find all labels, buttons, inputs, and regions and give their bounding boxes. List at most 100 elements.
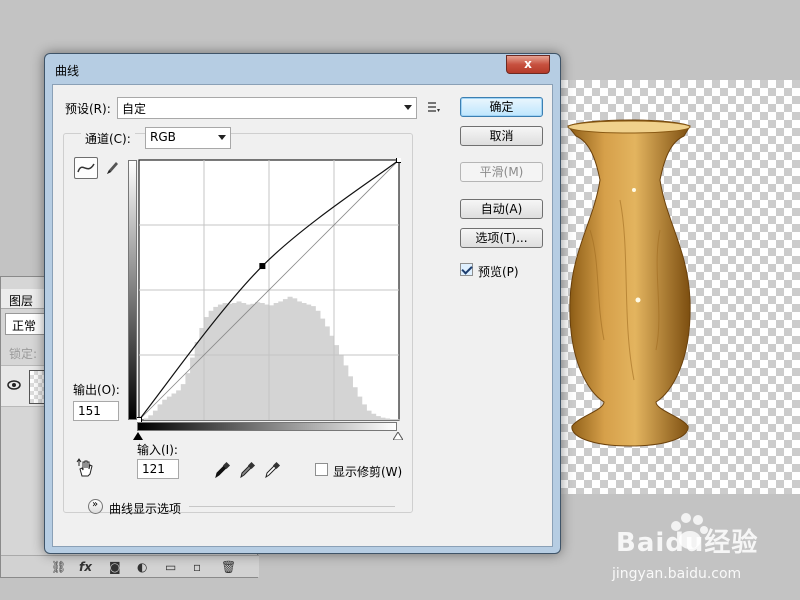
- histogram-bar: [343, 365, 349, 420]
- on-image-adjust-icon[interactable]: [75, 458, 95, 478]
- histogram-bar: [152, 410, 158, 420]
- layers-tab-label: 图层: [9, 294, 34, 308]
- histogram-bar: [236, 301, 242, 420]
- histogram-bar: [292, 298, 298, 420]
- dialog-titlebar[interactable]: 曲线 x: [45, 54, 560, 84]
- auto-button[interactable]: 自动(A): [460, 199, 543, 219]
- watermark-brand: Baidu经验: [616, 528, 759, 558]
- group-icon[interactable]: ▭: [165, 560, 176, 574]
- display-options-label: 曲线显示选项: [109, 502, 182, 516]
- options-button[interactable]: 选项(T)...: [460, 228, 543, 248]
- curve-endpoint[interactable]: [396, 158, 402, 163]
- histogram-bar: [282, 299, 288, 420]
- histogram-bar: [315, 310, 321, 420]
- histogram-bar: [148, 415, 154, 420]
- histogram-bar: [157, 404, 163, 420]
- histogram-bar: [366, 410, 372, 420]
- histogram-bar: [375, 416, 381, 420]
- channel-select[interactable]: RGB: [145, 127, 231, 149]
- preset-options-icon[interactable]: [427, 100, 441, 114]
- histogram-bar: [361, 404, 367, 420]
- curve-control-point[interactable]: [259, 263, 266, 270]
- histogram-bar: [278, 301, 284, 420]
- layers-bottom-toolbar: ⛓ fx ◙ ◐ ▭ ▫ 🗑: [1, 555, 259, 577]
- histogram-bar: [306, 304, 312, 420]
- link-icon[interactable]: ⛓: [51, 560, 66, 574]
- show-clipping-label: 显示修剪(W): [333, 465, 403, 479]
- mask-icon[interactable]: ◙: [109, 560, 121, 574]
- show-clipping-checkbox[interactable]: [315, 463, 328, 476]
- histogram-bar: [255, 302, 261, 420]
- black-eyedropper-icon[interactable]: [213, 461, 231, 479]
- dialog-title: 曲线: [55, 64, 80, 78]
- preset-label: 预设(R):: [65, 102, 111, 116]
- histogram-bar: [371, 413, 377, 420]
- output-label: 输出(O):: [73, 383, 120, 397]
- histogram-bar: [287, 296, 293, 420]
- close-button[interactable]: x: [506, 55, 550, 74]
- histogram-bar: [222, 303, 228, 420]
- new-layer-icon[interactable]: ▫: [193, 560, 201, 574]
- document-canvas[interactable]: [560, 80, 800, 494]
- histogram-bar: [171, 393, 177, 420]
- histogram-bar: [296, 301, 302, 420]
- curves-graph[interactable]: [137, 158, 401, 422]
- preset-select[interactable]: 自定: [117, 97, 417, 119]
- output-gradient-bar: [128, 160, 137, 420]
- histogram-bar: [385, 418, 391, 420]
- histogram-bar: [320, 318, 326, 420]
- histogram-bar: [380, 417, 386, 420]
- display-options-divider: [189, 506, 395, 507]
- vase-image: [567, 119, 691, 447]
- curve-point-tool[interactable]: [74, 157, 98, 179]
- histogram-bar: [217, 304, 223, 420]
- cancel-button[interactable]: 取消: [460, 126, 543, 146]
- channel-value: RGB: [150, 130, 176, 144]
- watermark: Baidu经验 jingyan.baidu.com: [612, 510, 792, 590]
- histogram-bar: [324, 326, 330, 420]
- chevron-down-icon: [218, 135, 226, 140]
- curves-dialog: 曲线 x 预设(R): 自定 通道(C): RGB 输出(O): 151 输入(…: [44, 53, 561, 554]
- channel-label: 通道(C):: [81, 130, 135, 147]
- adjustment-icon[interactable]: ◐: [137, 560, 147, 574]
- fx-icon[interactable]: fx: [79, 560, 92, 574]
- histogram-bar: [301, 303, 307, 420]
- histogram-bar: [180, 384, 186, 420]
- histogram-bar: [162, 399, 168, 420]
- watermark-url: jingyan.baidu.com: [612, 566, 742, 582]
- histogram-bar: [185, 373, 191, 420]
- histogram-bar: [143, 418, 149, 420]
- histogram-bar: [166, 396, 172, 420]
- expand-options-icon[interactable]: »: [88, 499, 103, 514]
- gray-eyedropper-icon[interactable]: [238, 461, 256, 479]
- histogram-bar: [389, 419, 395, 420]
- output-field[interactable]: 151: [73, 401, 119, 421]
- histogram-bar: [273, 303, 279, 420]
- trash-icon[interactable]: 🗑: [221, 560, 236, 574]
- histogram-bar: [231, 303, 237, 420]
- pencil-icon[interactable]: [103, 159, 121, 177]
- blend-mode-select[interactable]: 正常: [5, 313, 45, 335]
- histogram-bar: [227, 303, 233, 420]
- eye-icon[interactable]: [7, 378, 21, 392]
- white-eyedropper-icon[interactable]: [263, 461, 281, 479]
- histogram-bar: [194, 342, 200, 420]
- histogram-bar: [213, 306, 219, 420]
- histogram-bar: [259, 303, 265, 420]
- histogram-bar: [338, 354, 344, 420]
- histogram-bar: [357, 396, 363, 420]
- histogram-bar: [269, 305, 275, 420]
- white-point-slider[interactable]: [393, 432, 403, 440]
- histogram-bar: [245, 304, 251, 420]
- histogram-bar: [334, 345, 340, 420]
- chevron-down-icon: [404, 105, 412, 110]
- histogram-bar: [310, 306, 316, 420]
- histogram-bar: [176, 390, 182, 420]
- input-label: 输入(I):: [137, 443, 178, 457]
- preview-checkbox[interactable]: [460, 263, 473, 276]
- ok-button[interactable]: 确定: [460, 97, 543, 117]
- smooth-button[interactable]: 平滑(M): [460, 162, 543, 182]
- preset-value: 自定: [122, 102, 147, 116]
- black-point-slider[interactable]: [133, 432, 143, 440]
- input-field[interactable]: 121: [137, 459, 179, 479]
